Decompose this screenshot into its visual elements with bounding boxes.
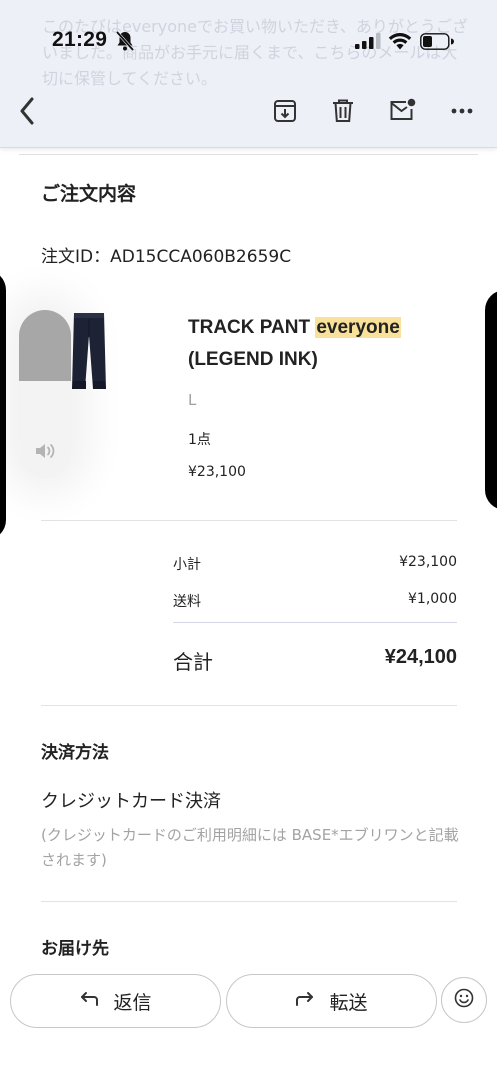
product-name-part2: (LEGEND INK) [188, 349, 318, 370]
order-heading: ご注文内容 [41, 183, 137, 205]
reply-icon [79, 990, 99, 1012]
product-size: L [188, 391, 197, 409]
delivery-heading: お届け先 [41, 939, 109, 959]
speaker-icon [34, 442, 58, 464]
order-id: 注文ID：AD15CCA060B2659C [41, 247, 292, 267]
back-icon [19, 97, 35, 125]
cellular-signal-icon [355, 33, 381, 49]
reply-label: 返信 [113, 991, 152, 1014]
volume-slider[interactable] [19, 310, 71, 478]
search-highlight: everyone [315, 317, 401, 338]
product-quantity: 1点 [188, 432, 211, 448]
mark-unread-icon [388, 98, 416, 124]
subtotal-value: ¥23,100 [399, 554, 457, 570]
divider [173, 622, 457, 623]
reply-button[interactable]: 返信 [10, 974, 221, 1028]
divider [19, 154, 478, 155]
mail-body: ご注文内容 注文ID：AD15CCA060B2659C TRACK PANT e… [0, 148, 497, 1080]
product-image [68, 311, 108, 393]
product-price: ¥23,100 [188, 464, 246, 480]
forward-icon [295, 990, 315, 1012]
payment-method: クレジットカード決済 [41, 791, 221, 812]
mark-unread-button[interactable] [387, 96, 417, 126]
total-label: 合計 [173, 650, 213, 674]
payment-heading: 決済方法 [41, 743, 109, 763]
shipping-label: 送料 [173, 594, 201, 610]
divider [41, 520, 457, 521]
product-name-part1: TRACK PANT [188, 317, 316, 338]
battery-icon [420, 33, 454, 50]
subtotal-label: 小計 [173, 557, 201, 573]
more-button[interactable] [447, 96, 477, 126]
silent-bell-icon [115, 30, 135, 52]
status-bar: 21:29 [0, 26, 497, 58]
payment-note: (クレジットカードのご利用明細には BASE*エブリワンと記載されます) [41, 826, 459, 869]
bottom-action-bar: 返信 転送 [0, 962, 497, 1080]
status-time: 21:29 [52, 28, 108, 51]
mail-header: このたびはeveryoneでお買い物いただき、ありがとうございました。商品がお手… [0, 0, 497, 148]
product-name: TRACK PANT everyone (LEGEND INK) [188, 312, 478, 376]
delete-button[interactable] [328, 96, 358, 126]
archive-button[interactable] [270, 96, 300, 126]
mail-toolbar [0, 92, 497, 132]
screen-edge-shadow [0, 270, 6, 540]
forward-button[interactable]: 転送 [226, 974, 437, 1028]
more-icon [451, 108, 473, 114]
volume-level-fill [19, 310, 71, 381]
shipping-value: ¥1,000 [408, 591, 457, 607]
emoji-icon [454, 988, 474, 1012]
back-button[interactable] [12, 96, 42, 126]
archive-icon [272, 98, 298, 124]
forward-label: 転送 [329, 991, 368, 1014]
total-value: ¥24,100 [384, 646, 457, 668]
divider [41, 901, 457, 902]
wifi-icon [388, 32, 412, 50]
screen-edge-shadow [485, 290, 497, 510]
trash-icon [331, 98, 355, 124]
emoji-reaction-button[interactable] [441, 977, 487, 1023]
divider [41, 705, 457, 706]
